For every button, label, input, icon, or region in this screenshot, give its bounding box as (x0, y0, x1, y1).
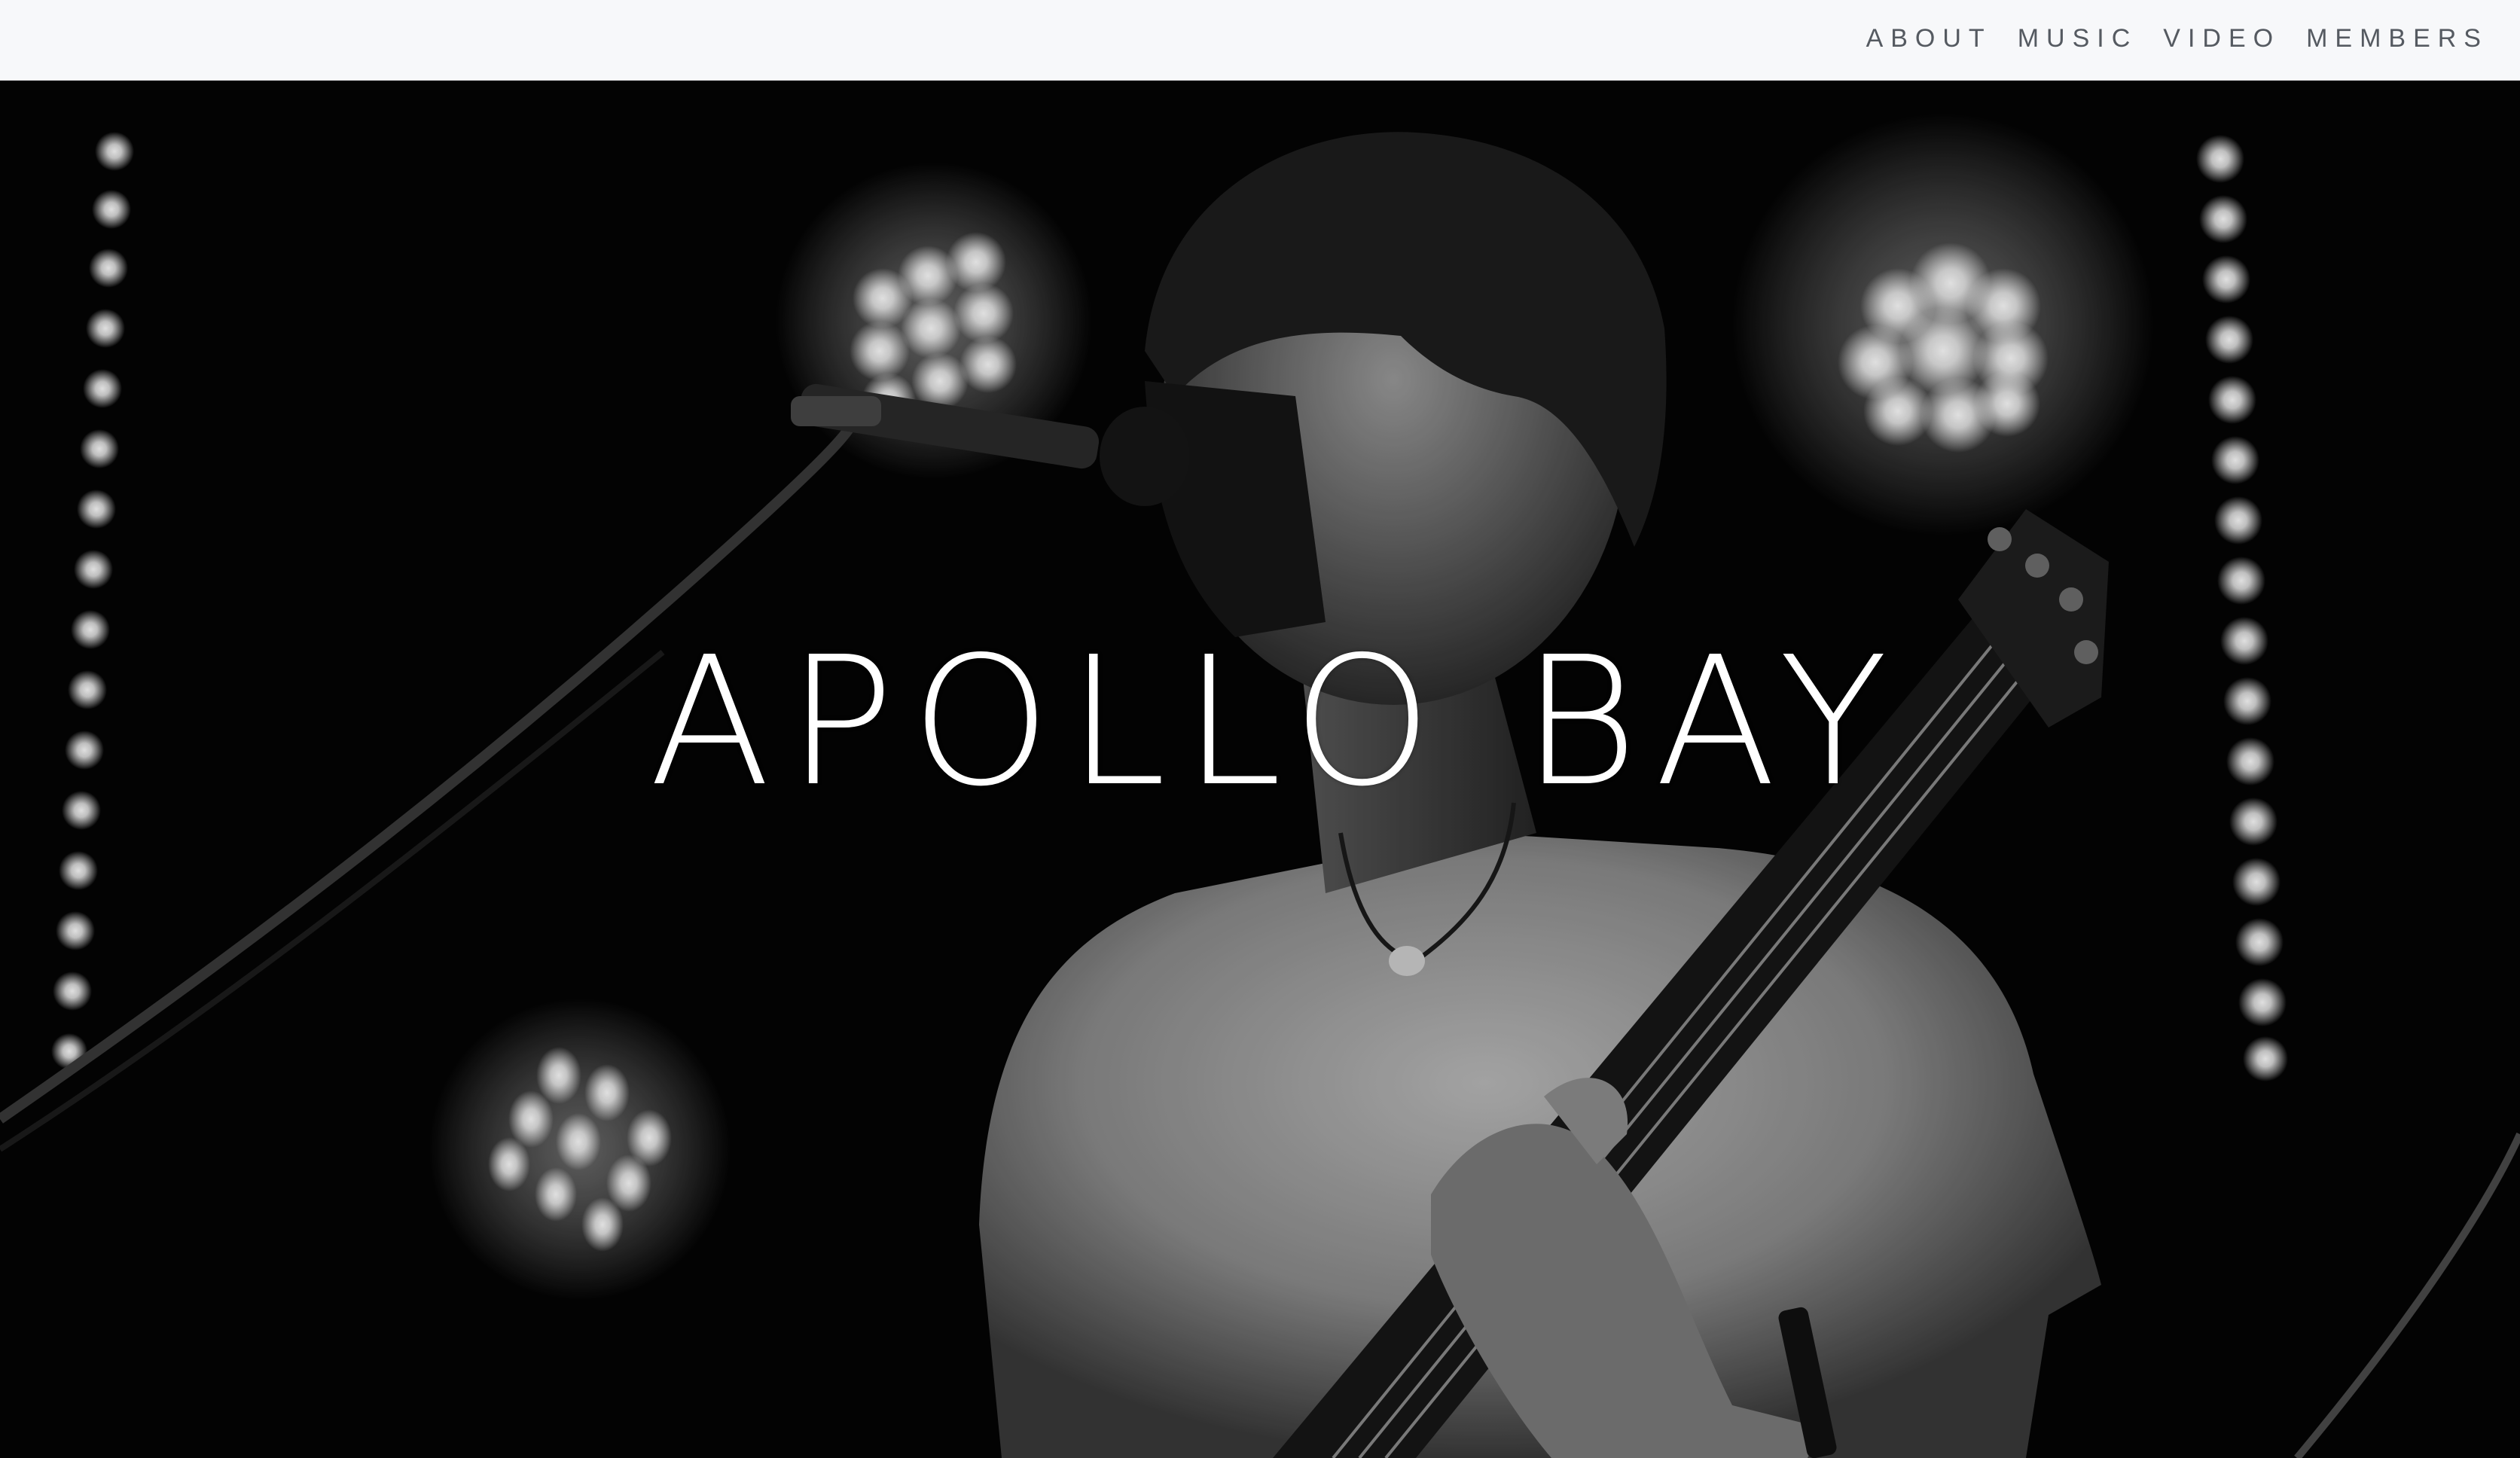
nav-link-about[interactable]: ABOUT (1866, 24, 1992, 53)
top-navigation-bar: ABOUT MUSIC VIDEO MEMBERS (0, 0, 2520, 81)
band-title: APOLLO BAY (648, 618, 1905, 825)
main-nav: ABOUT MUSIC VIDEO MEMBERS (1866, 0, 2488, 77)
nav-link-music[interactable]: MUSIC (2018, 24, 2138, 53)
hero-section: APOLLO BAY (0, 80, 2520, 1458)
nav-link-members[interactable]: MEMBERS (2306, 24, 2488, 53)
nav-link-video[interactable]: VIDEO (2163, 24, 2281, 53)
